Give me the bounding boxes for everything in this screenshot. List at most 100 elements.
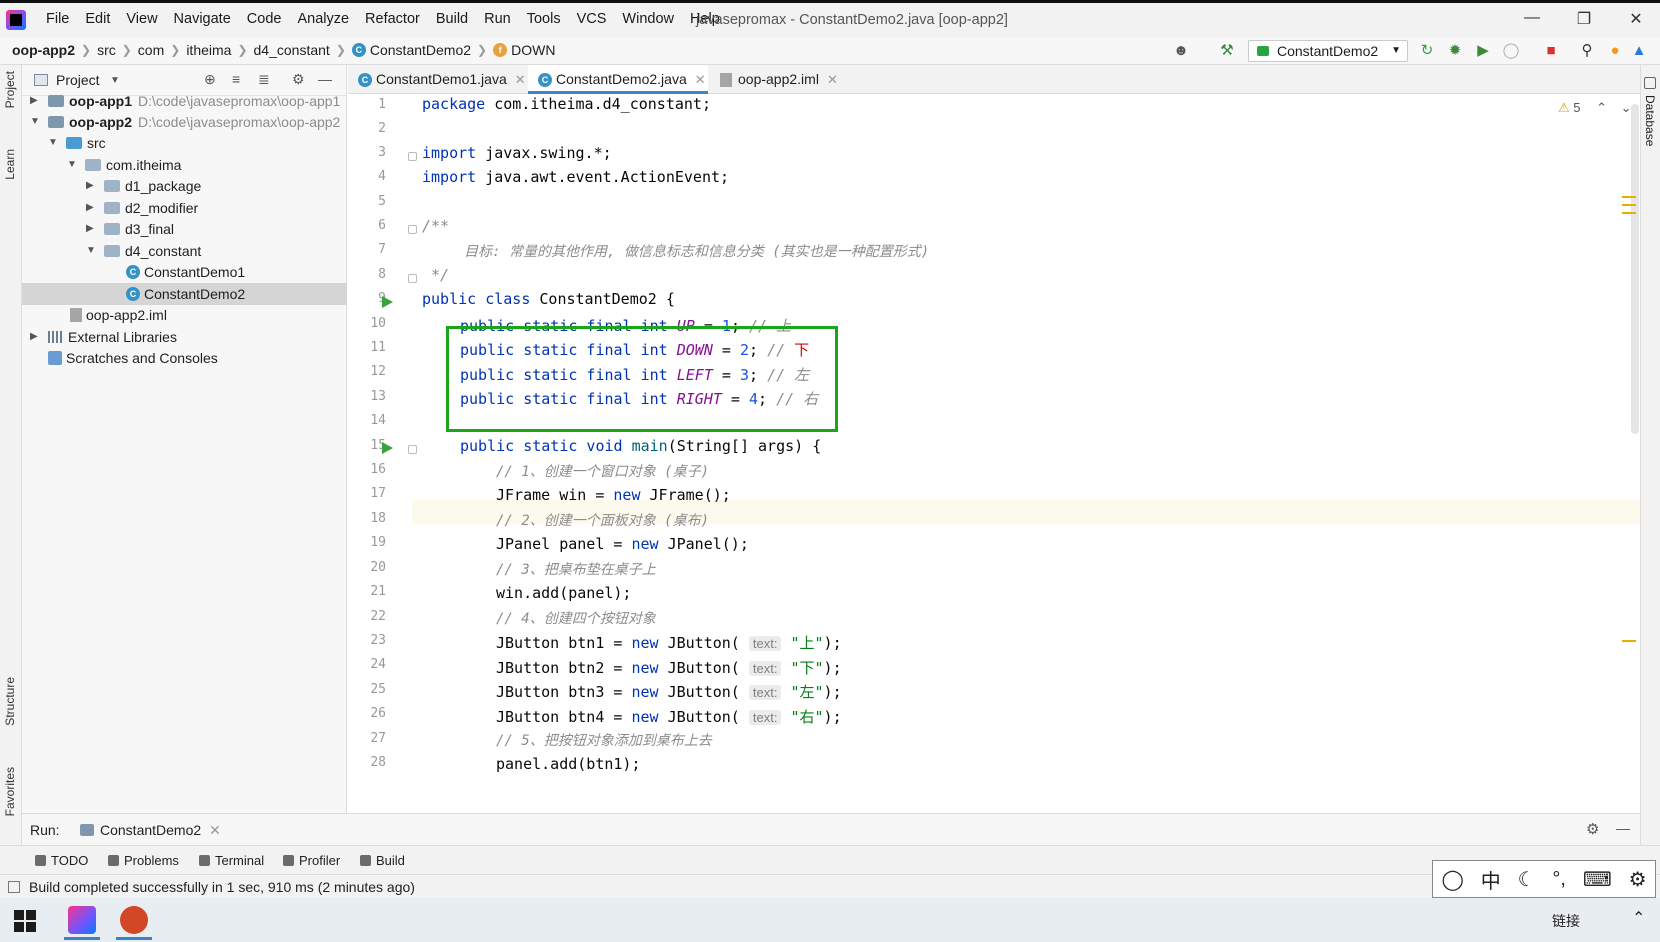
- menu-navigate[interactable]: Navigate: [166, 11, 239, 27]
- breadcrumb-field[interactable]: DOWN: [511, 42, 555, 58]
- breadcrumb-project[interactable]: oop-app2: [12, 42, 75, 58]
- tree-item-d2-modifier[interactable]: ▶ d2_modifier: [22, 197, 347, 219]
- tree-item-d3-final[interactable]: ▶ d3_final: [22, 218, 347, 240]
- breadcrumb-d4-constant[interactable]: d4_constant: [254, 42, 330, 58]
- chevron-right-icon[interactable]: ▶: [86, 202, 98, 213]
- fold-icon[interactable]: [408, 445, 417, 454]
- tree-item-iml[interactable]: oop-app2.iml: [22, 304, 347, 326]
- moon-icon[interactable]: ☾: [1518, 867, 1536, 892]
- menu-run[interactable]: Run: [476, 11, 519, 27]
- plugin-icon[interactable]: ▲: [1630, 42, 1648, 60]
- minimize-icon[interactable]: —: [1517, 9, 1547, 33]
- gear-icon[interactable]: ⚙: [1586, 820, 1599, 838]
- tree-item-scratches[interactable]: Scratches and Consoles: [22, 347, 347, 369]
- close-tab-icon[interactable]: ✕: [515, 72, 526, 87]
- user-icon[interactable]: ☻: [1172, 42, 1190, 60]
- chevron-right-icon[interactable]: ▶: [30, 95, 42, 106]
- chevron-up-icon[interactable]: ⌃: [1632, 908, 1645, 928]
- search-icon[interactable]: ⚲: [1578, 42, 1596, 60]
- fold-icon[interactable]: [408, 225, 417, 234]
- chevron-down-icon[interactable]: ▼: [67, 159, 79, 170]
- breadcrumb-src[interactable]: src: [97, 42, 116, 58]
- menu-build[interactable]: Build: [428, 11, 476, 27]
- tab-constantdemo1[interactable]: C ConstantDemo1.java ✕: [348, 65, 526, 94]
- tree-item-constantdemo1[interactable]: C ConstantDemo1: [22, 261, 347, 283]
- chevron-down-icon[interactable]: ▼: [30, 116, 42, 127]
- rerun-icon[interactable]: ↻: [1418, 42, 1436, 60]
- tool-terminal[interactable]: Terminal: [199, 853, 264, 868]
- profile-icon[interactable]: ◯: [1502, 42, 1520, 60]
- menu-tools[interactable]: Tools: [519, 11, 569, 27]
- tree-item-external-libraries[interactable]: ▶ External Libraries: [22, 326, 347, 348]
- chevron-down-icon[interactable]: ⌄: [1621, 100, 1632, 115]
- run-main-icon[interactable]: [382, 442, 393, 454]
- tree-item-oop-app2[interactable]: ▼ oop-app2 D:\code\javasepromax\oop-app2: [22, 111, 347, 133]
- code-editor[interactable]: 1 2 3 4 5 6 7 8 9 10 11 12 13 14 15 16 1…: [348, 94, 1640, 813]
- tree-item-d1-package[interactable]: ▶ d1_package: [22, 175, 347, 197]
- chevron-right-icon[interactable]: ▶: [86, 180, 98, 191]
- warning-marker[interactable]: [1622, 640, 1636, 642]
- editor-scrollbar[interactable]: [1631, 104, 1639, 434]
- run-tab[interactable]: ConstantDemo2 ✕: [80, 822, 221, 839]
- breadcrumb-class[interactable]: ConstantDemo2: [370, 42, 471, 58]
- hide-icon[interactable]: —: [318, 71, 332, 87]
- update-icon[interactable]: ●: [1606, 42, 1624, 60]
- menu-view[interactable]: View: [118, 11, 165, 27]
- tool-todo[interactable]: TODO: [35, 853, 88, 868]
- keyboard-icon[interactable]: ⌨: [1583, 867, 1612, 892]
- panel-toggle-icon[interactable]: [8, 881, 20, 893]
- tree-item-src[interactable]: ▼ src: [22, 132, 347, 154]
- tray-link-label[interactable]: 链接: [1552, 911, 1580, 931]
- menu-refactor[interactable]: Refactor: [357, 11, 428, 27]
- tab-constantdemo2[interactable]: C ConstantDemo2.java ✕: [528, 65, 708, 94]
- tab-database-side[interactable]: Database: [1643, 95, 1657, 146]
- collapse-all-icon[interactable]: ≣: [258, 71, 270, 88]
- run-configuration-select[interactable]: ConstantDemo2 ▼: [1248, 40, 1408, 62]
- fold-icon[interactable]: [408, 152, 417, 161]
- menu-window[interactable]: Window: [614, 11, 682, 27]
- warning-marker[interactable]: [1622, 212, 1636, 214]
- tree-item-oop-app1[interactable]: ▶ oop-app1 D:\code\javasepromax\oop-app1: [22, 90, 347, 112]
- chevron-up-icon[interactable]: ⌃: [1596, 100, 1607, 115]
- chevron-down-icon[interactable]: ▼: [110, 75, 120, 86]
- close-tab-icon[interactable]: ✕: [695, 72, 706, 87]
- close-tab-icon[interactable]: ✕: [209, 822, 221, 838]
- warning-marker[interactable]: [1622, 196, 1636, 198]
- close-icon[interactable]: ✕: [1621, 9, 1651, 33]
- menu-file[interactable]: File: [38, 11, 77, 27]
- menu-vcs[interactable]: VCS: [569, 11, 615, 27]
- tab-favorites-side[interactable]: Favorites: [3, 767, 17, 816]
- menu-edit[interactable]: Edit: [77, 11, 118, 27]
- chevron-down-icon[interactable]: ▼: [48, 137, 60, 148]
- close-tab-icon[interactable]: ✕: [827, 72, 838, 87]
- taskbar-powerpoint[interactable]: [112, 902, 156, 940]
- gear-icon[interactable]: ⚙: [1629, 867, 1647, 892]
- stop-icon[interactable]: ■: [1542, 42, 1560, 60]
- coverage-icon[interactable]: ▶: [1474, 42, 1492, 60]
- locate-icon[interactable]: ⊕: [204, 71, 216, 88]
- taskbar-intellij[interactable]: [60, 902, 104, 940]
- expand-all-icon[interactable]: ≡: [232, 71, 240, 87]
- breadcrumb-com[interactable]: com: [138, 42, 164, 58]
- tab-oop-app2-iml[interactable]: oop-app2.iml ✕: [710, 65, 850, 94]
- chevron-down-icon[interactable]: ▼: [86, 245, 98, 256]
- tab-structure-side[interactable]: Structure: [3, 677, 17, 726]
- project-panel-title[interactable]: Project: [56, 72, 100, 88]
- build-hammer-icon[interactable]: ⚒: [1218, 42, 1236, 60]
- menu-code[interactable]: Code: [239, 11, 290, 27]
- inspection-widget[interactable]: ⚠ 5 ⌃ ⌄: [1558, 100, 1632, 116]
- tool-problems[interactable]: Problems: [108, 853, 179, 868]
- tree-item-constantdemo2[interactable]: C ConstantDemo2: [22, 283, 347, 305]
- tab-learn-side[interactable]: Learn: [3, 149, 17, 180]
- fold-icon[interactable]: [408, 274, 417, 283]
- gear-icon[interactable]: ⚙: [292, 71, 305, 88]
- ime-logo-icon[interactable]: ◯: [1441, 867, 1463, 892]
- tab-project-side[interactable]: Project: [3, 71, 17, 108]
- tool-profiler[interactable]: Profiler: [283, 853, 340, 868]
- ime-mode[interactable]: 中: [1481, 865, 1501, 894]
- windows-start-icon[interactable]: [14, 910, 36, 932]
- punctuation-icon[interactable]: °,: [1552, 868, 1566, 891]
- run-class-icon[interactable]: [382, 296, 393, 308]
- tree-item-com-itheima[interactable]: ▼ com.itheima: [22, 154, 347, 176]
- tree-item-d4-constant[interactable]: ▼ d4_constant: [22, 240, 347, 262]
